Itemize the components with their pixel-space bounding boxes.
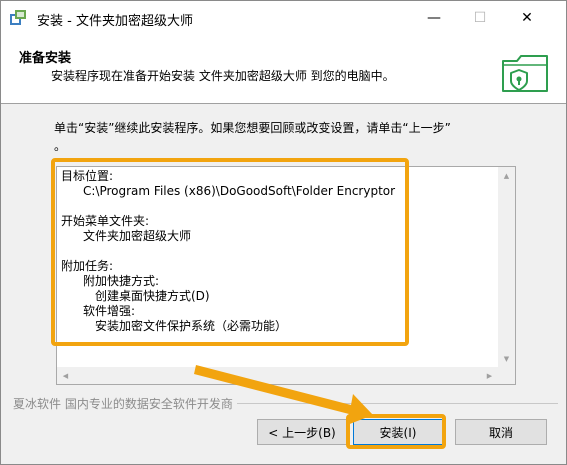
cancel-button[interactable]: 取消 [455,419,547,445]
startmenu-value: 文件夹加密超级大师 [83,229,192,243]
close-button[interactable]: ✕ [504,1,550,35]
window-title: 安装 - 文件夹加密超级大师 [37,14,193,29]
instruction-text-end: 。 [54,139,67,153]
title-bar: 安装 - 文件夹加密超级大师 — ☐ ✕ [1,1,566,35]
scroll-up-arrow-icon[interactable]: ▲ [498,167,515,184]
enhance-label: 软件增强: [83,304,136,318]
minimize-button[interactable]: — [411,1,457,35]
wizard-header: 准备安装 安装程序现在准备开始安装 文件夹加密超级大师 到您的电脑中。 [1,35,566,104]
page-subtitle: 安装程序现在准备开始安装 文件夹加密超级大师 到您的电脑中。 [51,69,395,83]
ready-memo[interactable]: 目标位置: C:\Program Files (x86)\DoGoodSoft\… [56,166,516,385]
page-title: 准备安装 [19,51,72,66]
scroll-right-arrow-icon[interactable]: ▶ [481,367,498,384]
installer-window: 安装 - 文件夹加密超级大师 — ☐ ✕ 准备安装 安装程序现在准备开始安装 文… [0,0,567,465]
memo-content: 目标位置: C:\Program Files (x86)\DoGoodSoft\… [61,169,395,334]
enhance-value: 安装加密文件保护系统（必需功能） [95,319,288,333]
scroll-down-arrow-icon[interactable]: ▼ [498,350,515,367]
back-button[interactable]: < 上一步(B) [257,419,347,445]
shortcut-value: 创建桌面快捷方式(D) [95,289,210,303]
horizontal-scrollbar[interactable]: ◀ ▶ [57,367,498,384]
scroll-left-arrow-icon[interactable]: ◀ [57,367,74,384]
vertical-scrollbar[interactable]: ▲ ▼ [498,167,515,367]
setup-app-icon [10,10,26,25]
maximize-button[interactable]: ☐ [457,1,503,35]
tasks-label: 附加任务: [61,259,114,273]
folder-shield-icon [502,55,548,92]
scroll-corner [498,367,515,384]
brand-text: 夏冰软件 国内专业的数据安全软件开发商 [13,395,237,412]
dest-value: C:\Program Files (x86)\DoGoodSoft\Folder… [83,184,396,198]
install-button[interactable]: 安装(I) [353,419,443,445]
startmenu-label: 开始菜单文件夹: [61,214,150,228]
instruction-text: 单击“安装”继续此安装程序。如果您想要回顾或改变设置，请单击“上一步” [54,121,451,135]
shortcut-label: 附加快捷方式: [83,274,160,288]
dest-label: 目标位置: [61,169,114,183]
